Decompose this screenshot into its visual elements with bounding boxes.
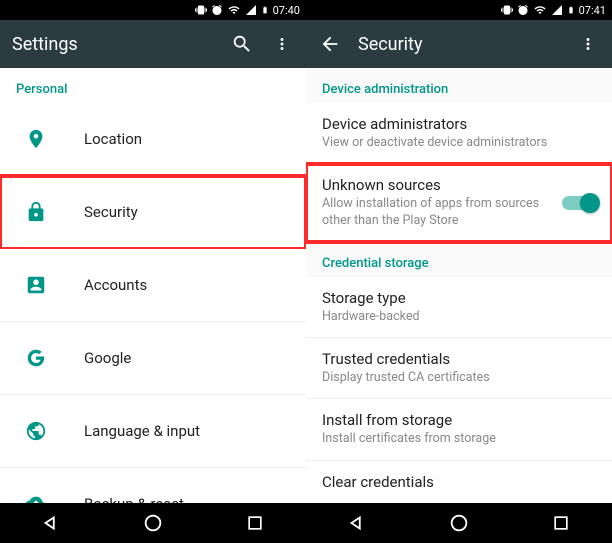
- lock-icon: [16, 192, 56, 232]
- list-item-label: Security: [84, 203, 138, 221]
- settings-item-language[interactable]: Language & input: [0, 395, 306, 468]
- row-title: Storage type: [322, 289, 596, 307]
- settings-item-google[interactable]: Google: [0, 322, 306, 395]
- row-subtitle: Display trusted CA certificates: [322, 370, 596, 386]
- list-item-label: Backup & reset: [84, 495, 184, 503]
- security-content: Device administration Device administrat…: [306, 68, 612, 503]
- row-title: Device administrators: [322, 115, 596, 133]
- section-personal: Personal: [0, 68, 306, 103]
- list-item-label: Accounts: [84, 276, 147, 294]
- row-title: Clear credentials: [322, 473, 596, 491]
- backup-icon: [16, 484, 56, 503]
- row-clear-credentials[interactable]: Clear credentials: [306, 461, 612, 503]
- app-bar-title: Settings: [12, 34, 214, 55]
- back-button[interactable]: [337, 503, 377, 543]
- unknown-sources-toggle[interactable]: [562, 196, 596, 210]
- vibrate-icon: [501, 4, 513, 16]
- battery-icon: [567, 4, 575, 16]
- recent-button[interactable]: [235, 503, 275, 543]
- settings-item-location[interactable]: Location: [0, 103, 306, 176]
- section-device-admin: Device administration: [306, 68, 612, 103]
- row-title: Install from storage: [322, 411, 596, 429]
- row-title: Trusted credentials: [322, 350, 596, 368]
- wifi-icon: [227, 4, 241, 16]
- alarm-icon: [517, 4, 529, 16]
- app-bar: Settings: [0, 20, 306, 68]
- row-subtitle: Allow installation of apps from sources …: [322, 196, 562, 229]
- settings-item-security[interactable]: Security: [0, 176, 306, 249]
- google-icon: [16, 338, 56, 378]
- signal-icon: [551, 4, 563, 16]
- security-screen: 07:41 Security Device administration Dev…: [306, 0, 612, 543]
- back-arrow-icon[interactable]: [318, 32, 342, 56]
- settings-item-backup[interactable]: Backup & reset: [0, 468, 306, 503]
- section-credential-storage: Credential storage: [306, 242, 612, 277]
- list-item-label: Google: [84, 349, 131, 367]
- row-trusted-credentials[interactable]: Trusted credentials Display trusted CA c…: [306, 338, 612, 399]
- overflow-icon[interactable]: [270, 32, 294, 56]
- vibrate-icon: [195, 4, 207, 16]
- list-item-label: Language & input: [84, 422, 200, 440]
- status-bar: 07:40: [0, 0, 306, 20]
- home-button[interactable]: [439, 503, 479, 543]
- row-subtitle: Hardware-backed: [322, 309, 596, 325]
- signal-icon: [245, 4, 257, 16]
- app-bar-title: Security: [358, 34, 560, 55]
- home-button[interactable]: [133, 503, 173, 543]
- list-item-label: Location: [84, 130, 142, 148]
- settings-content: Personal Location Security Accounts Goog…: [0, 68, 306, 503]
- battery-icon: [261, 4, 269, 16]
- row-subtitle: View or deactivate device administrators: [322, 135, 596, 151]
- back-button[interactable]: [31, 503, 71, 543]
- status-time: 07:41: [579, 4, 606, 17]
- status-time: 07:40: [273, 4, 300, 17]
- row-unknown-sources[interactable]: Unknown sources Allow installation of ap…: [306, 164, 612, 242]
- wifi-icon: [533, 4, 547, 16]
- language-icon: [16, 411, 56, 451]
- nav-bar: [306, 503, 612, 543]
- app-bar: Security: [306, 20, 612, 68]
- person-icon: [16, 265, 56, 305]
- location-icon: [16, 119, 56, 159]
- row-install-from-storage[interactable]: Install from storage Install certificate…: [306, 399, 612, 460]
- nav-bar: [0, 503, 306, 543]
- row-subtitle: Install certificates from storage: [322, 431, 596, 447]
- alarm-icon: [211, 4, 223, 16]
- status-bar: 07:41: [306, 0, 612, 20]
- row-storage-type[interactable]: Storage type Hardware-backed: [306, 277, 612, 338]
- row-title: Unknown sources: [322, 176, 562, 194]
- recent-button[interactable]: [541, 503, 581, 543]
- row-device-administrators[interactable]: Device administrators View or deactivate…: [306, 103, 612, 164]
- settings-item-accounts[interactable]: Accounts: [0, 249, 306, 322]
- settings-screen: 07:40 Settings Personal Location Securit…: [0, 0, 306, 543]
- overflow-icon[interactable]: [576, 32, 600, 56]
- search-icon[interactable]: [230, 32, 254, 56]
